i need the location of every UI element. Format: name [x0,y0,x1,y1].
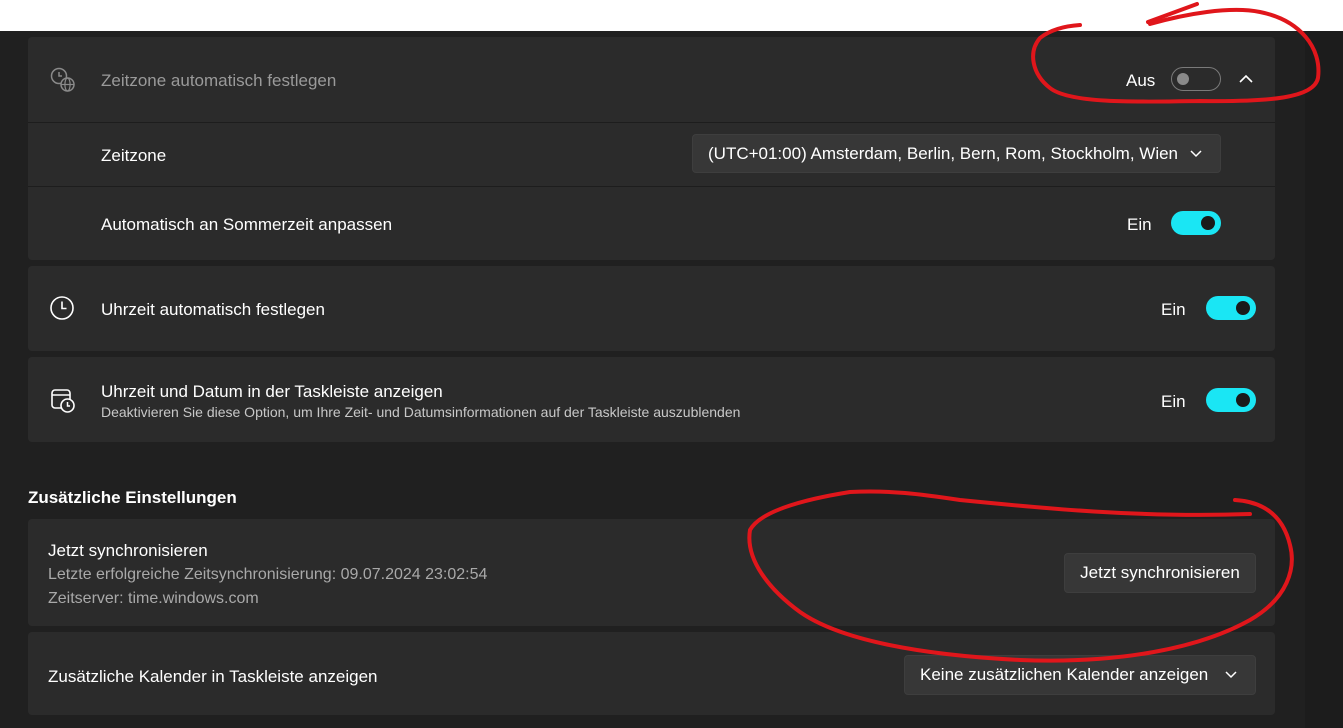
calendar-clock-icon [51,389,75,413]
dst-label: Automatisch an Sommerzeit anpassen [101,215,393,234]
top-white-bar [0,0,1343,31]
chevron-down-icon [1225,671,1237,679]
toggle-knob [1236,301,1250,315]
taskbar-clock-toggle[interactable] [1206,388,1256,412]
timezone-value: (UTC+01:00) Amsterdam, Berlin, Bern, Rom… [708,144,1179,163]
globe-clock-icon [50,67,75,92]
time-auto-toggle[interactable] [1206,296,1256,320]
timezone-label: Zeitzone [101,146,167,165]
time-auto-state: Ein [1161,300,1186,319]
taskbar-clock-state: Ein [1161,392,1186,411]
timezone-auto-state: Aus [1126,71,1156,90]
divider [28,186,1275,187]
sync-label: Jetzt synchronisieren [48,541,208,560]
timezone-auto-toggle[interactable] [1171,67,1221,91]
calendar-dropdown[interactable]: Keine zusätzlichen Kalender anzeigen [904,655,1256,695]
chevron-down-icon [1190,150,1202,158]
last-sync-text: Letzte erfolgreiche Zeitsynchronisierung… [48,566,488,583]
additional-settings-title: Zusätzliche Einstellungen [28,488,237,507]
taskbar-clock-description: Deaktivieren Sie diese Option, um Ihre Z… [101,404,741,420]
scrollbar-track[interactable] [1305,31,1343,728]
toggle-knob [1236,393,1250,407]
timezone-dropdown[interactable]: (UTC+01:00) Amsterdam, Berlin, Bern, Rom… [692,134,1221,173]
taskbar-clock-label: Uhrzeit und Datum in der Taskleiste anze… [101,382,443,401]
clock-icon [50,296,74,320]
dst-state: Ein [1127,215,1152,234]
chevron-up-icon[interactable] [1238,71,1254,87]
time-auto-label: Uhrzeit automatisch festlegen [101,300,325,319]
calendar-label: Zusätzliche Kalender in Taskleiste anzei… [48,667,378,686]
dst-toggle[interactable] [1171,211,1221,235]
time-server-text: Zeitserver: time.windows.com [48,590,259,607]
toggle-knob [1177,72,1189,85]
sync-now-button[interactable]: Jetzt synchronisieren [1064,553,1256,593]
toggle-knob [1201,216,1215,230]
timezone-auto-label: Zeitzone automatisch festlegen [101,71,337,90]
calendar-value: Keine zusätzlichen Kalender anzeigen [920,665,1209,684]
divider [28,122,1275,123]
